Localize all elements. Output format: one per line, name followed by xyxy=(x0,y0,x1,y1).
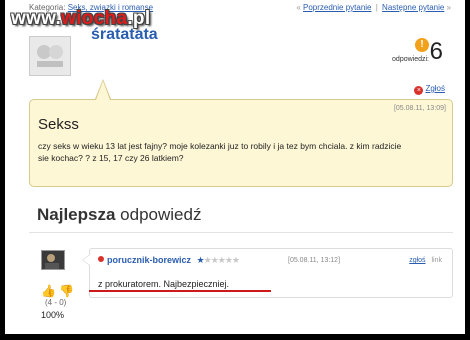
answers-label: odpowiedzi: xyxy=(392,56,429,63)
report-answer-link[interactable]: zgłoś xyxy=(409,257,425,264)
best-answer-heading-bold: Najlepsza xyxy=(37,205,116,224)
rating-star-icon: ★ xyxy=(217,255,226,265)
rating-star-icon: ★ xyxy=(224,255,233,265)
best-answer-heading: Najlepsza odpowiedź xyxy=(37,205,201,225)
next-question-link[interactable]: Następne pytanie xyxy=(382,3,444,12)
default-avatar-icon xyxy=(30,37,70,75)
prev-arrow-icon: « xyxy=(296,3,301,12)
answerer-avatar[interactable] xyxy=(41,250,65,270)
answer-bubble-tail-inner xyxy=(83,255,90,265)
rating-star-icon: ★ xyxy=(196,255,205,265)
answer-links: zgłoś link xyxy=(409,257,442,264)
page: Kategoria: Seks, związki i romanse « Pop… xyxy=(5,0,465,334)
next-arrow-icon: » xyxy=(446,3,451,12)
answer-date: [05.08.11, 13:12] xyxy=(288,257,341,264)
answer-underline-mark xyxy=(89,290,271,292)
prev-question-link[interactable]: Poprzednie pytanie xyxy=(303,3,372,12)
question-box: [05.08.11, 13:09] Sekss czy seks w wieku… xyxy=(29,99,453,187)
asker-avatar[interactable] xyxy=(29,36,71,76)
answers-info-icon: ! xyxy=(415,38,429,52)
report-icon: × xyxy=(414,86,424,95)
answer-header: porucznik-borewicz ★★★★★★ xyxy=(98,255,240,266)
watermark-part1: www. xyxy=(11,8,62,29)
question-title: Sekss xyxy=(38,116,79,133)
question-body: czy seks w wieku 13 lat jest fajny? moje… xyxy=(38,141,402,163)
question-nav: « Poprzednie pytanie | Następne pytanie … xyxy=(296,3,451,12)
answer-author[interactable]: porucznik-borewicz xyxy=(107,255,191,265)
question-bubble-tail-inner xyxy=(96,81,110,100)
answer-text: z prokuratorem. Najbezpieczniej. xyxy=(98,279,230,289)
vote-controls: 👍 👎 xyxy=(41,284,74,298)
rating-star-icon: ★ xyxy=(203,255,212,265)
report-question-link[interactable]: × Zgłoś xyxy=(414,84,445,95)
vote-percent: 100% xyxy=(41,310,65,320)
answer-permalink[interactable]: link xyxy=(431,257,442,264)
question-date: [05.08.11, 13:09] xyxy=(393,105,446,112)
thumbs-down-icon[interactable]: 👎 xyxy=(59,284,74,298)
best-answer-heading-rest: odpowiedź xyxy=(120,205,202,224)
report-label: Zgłoś xyxy=(425,84,445,93)
user-status-icon xyxy=(98,256,104,262)
vote-score: (4 - 0) xyxy=(45,298,67,307)
answers-count: 6 xyxy=(429,38,443,65)
divider xyxy=(29,232,453,233)
rating-star-icon: ★ xyxy=(231,255,240,265)
rating-star-icon: ★ xyxy=(210,255,219,265)
rating-stars: ★★★★★★ xyxy=(196,255,240,265)
asker-username[interactable]: śratatata xyxy=(91,26,158,44)
nav-separator: | xyxy=(375,3,378,12)
thumbs-up-icon[interactable]: 👍 xyxy=(41,284,56,298)
